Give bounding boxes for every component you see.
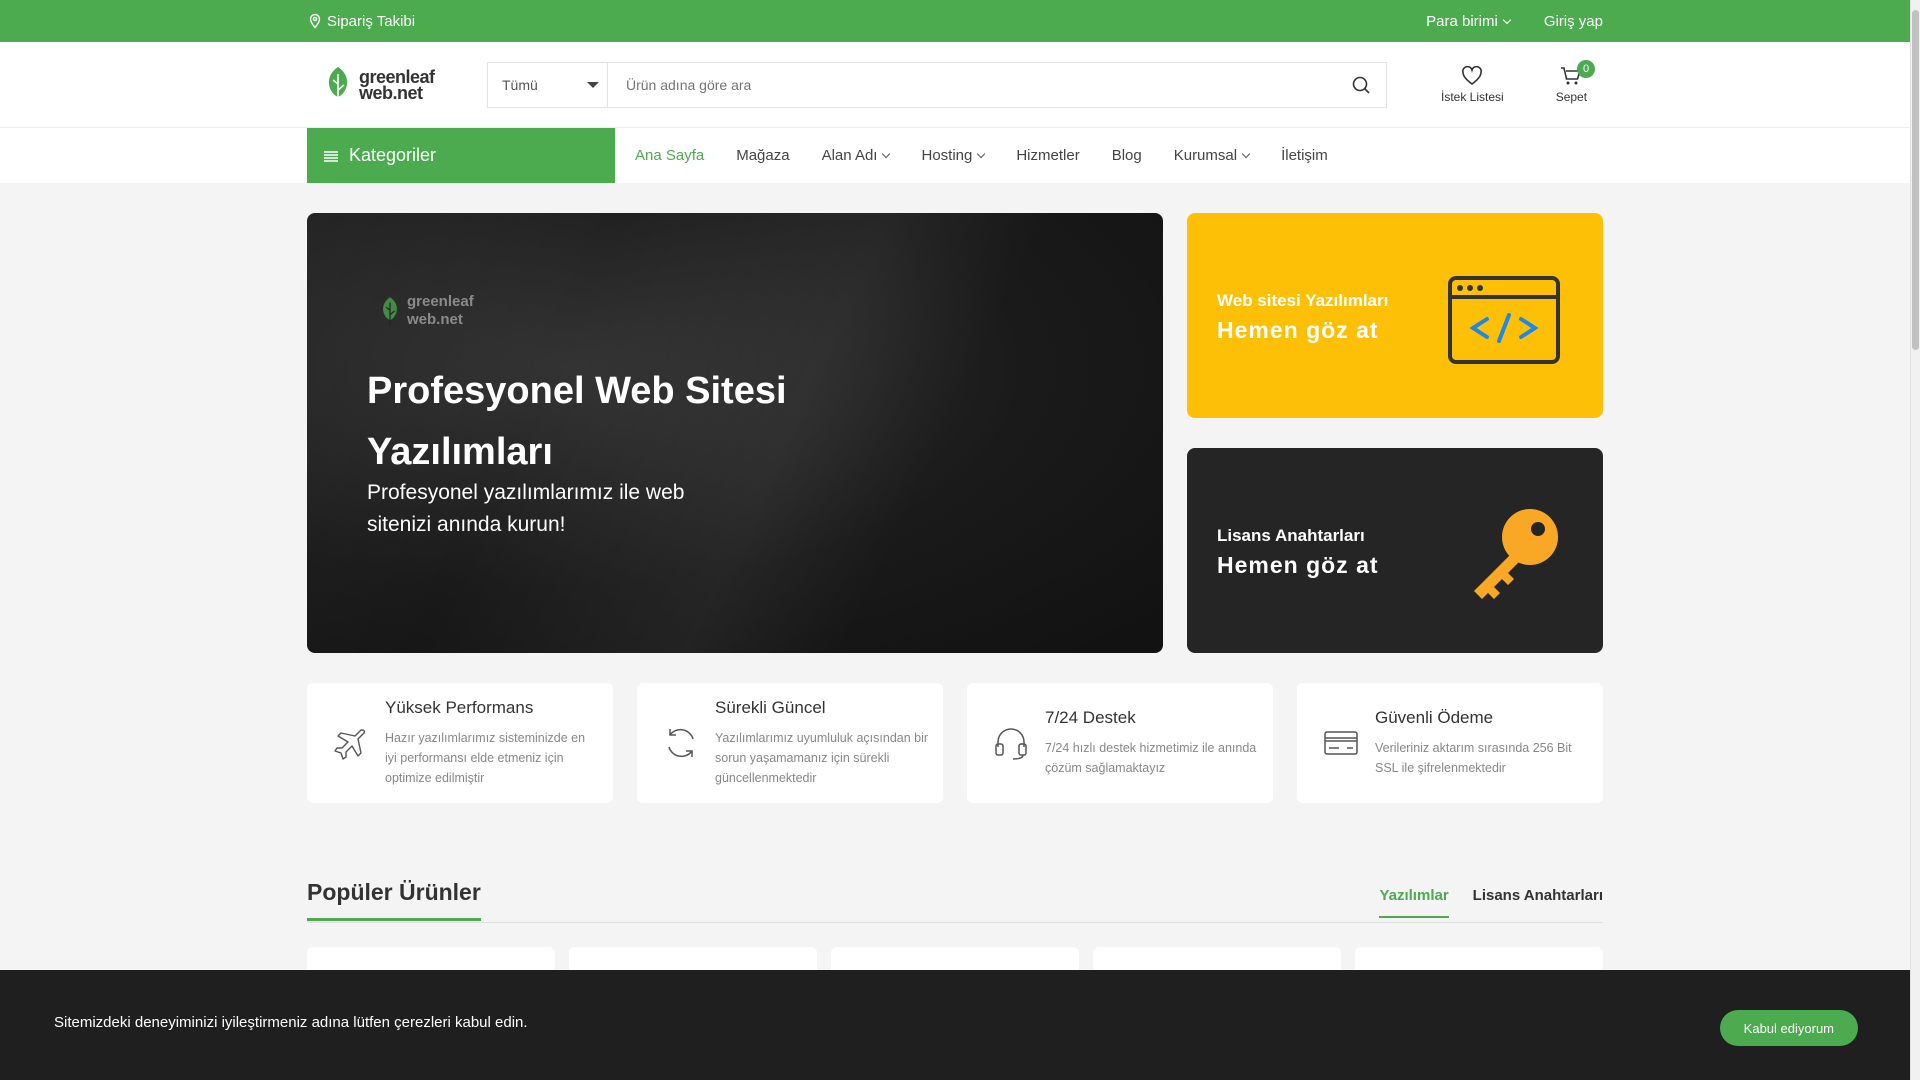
currency-label: Para birimi: [1426, 12, 1498, 30]
chevron-down-icon: [1241, 149, 1251, 159]
caret-down-icon: [587, 82, 599, 88]
nav-item-hizmetler[interactable]: Hizmetler: [1016, 147, 1079, 164]
promo-card-web-software[interactable]: Web sitesi Yazılımları Hemen göz at: [1187, 213, 1603, 418]
cart-link[interactable]: 0 Sepet: [1555, 60, 1596, 104]
site-logo[interactable]: greenleaf web.net: [321, 64, 487, 106]
headset-icon: [995, 728, 1027, 760]
currency-dropdown[interactable]: Para birimi: [1426, 12, 1512, 30]
promo-card-license-keys[interactable]: Lisans Anahtarları Hemen göz at: [1187, 448, 1603, 653]
feature-text: Hazır yazılımlarımız sisteminizde en iyi…: [385, 731, 586, 785]
hero-subtitle: Profesyonel yazılımlarımız ile web siten…: [367, 481, 685, 536]
search-icon: [1352, 76, 1370, 94]
feature-title: Yüksek Performans: [385, 698, 534, 717]
promo-link[interactable]: Hemen göz at: [1217, 317, 1379, 344]
nav-item-label: Hizmetler: [1016, 147, 1080, 164]
feature-text: Verileriniz aktarım sırasında 256 Bit SS…: [1375, 741, 1572, 775]
cart-count-badge: 0: [1577, 60, 1596, 78]
leaf-logo-icon: [328, 67, 348, 104]
cookie-text: Sitemizdeki deneyiminizi iyileştirmeniz …: [54, 1013, 528, 1031]
chevron-down-icon: [1502, 15, 1512, 24]
key-icon: [1474, 509, 1558, 599]
hero-logo-line-1: greenleaf: [407, 293, 474, 310]
feature-text: 7/24 hızlı destek hizmetimiz ile anında …: [1045, 741, 1257, 775]
header: greenleaf web.net Tümü İstek Listesi 0 S…: [0, 42, 1920, 128]
feature-title: Güvenli Ödeme: [1375, 708, 1494, 727]
accept-cookies-button[interactable]: Kabul ediyorum: [1719, 1010, 1858, 1046]
hero-logo: greenleaf web.net: [377, 293, 474, 329]
hero-logo-line-2: web.net: [407, 311, 463, 328]
tab-lisans-anahtarlari[interactable]: Lisans Anahtarları: [1473, 887, 1603, 918]
location-pin-icon: [309, 13, 321, 29]
feature-card: Sürekli Güncel Yazılımlarımız uyumluluk …: [637, 683, 943, 803]
search-bar: Tümü: [487, 62, 1387, 108]
logo-text: greenleaf web.net: [359, 68, 435, 103]
heart-icon: [1462, 66, 1483, 85]
feature-title: Sürekli Güncel: [715, 698, 826, 717]
promo-link[interactable]: Hemen göz at: [1217, 552, 1379, 579]
top-bar: Sipariş Takibi Para birimi Giriş yap: [0, 0, 1920, 42]
wishlist-link[interactable]: İstek Listesi: [1441, 66, 1504, 104]
popular-products-header: Popüler Ürünler Yazılımlar Lisans Anahta…: [307, 879, 1603, 923]
wishlist-label: İstek Listesi: [1441, 90, 1504, 104]
nav-item-label: Ana Sayfa: [635, 147, 705, 164]
nav-item-kurumsal[interactable]: Kurumsal: [1173, 147, 1251, 164]
feature-text: Yazılımlarımız uyumluluk açısından bir s…: [715, 731, 929, 785]
nav-item-alan-adi[interactable]: Alan Adı: [821, 147, 891, 164]
nav-item-label: Kurumsal: [1173, 147, 1238, 164]
nav-item-label: Mağaza: [736, 147, 790, 164]
nav-item-hosting[interactable]: Hosting: [921, 147, 986, 164]
hero-banner[interactable]: greenleaf web.net Profesyonel Web Sitesi…: [307, 213, 1163, 653]
refresh-icon: [668, 728, 694, 758]
nav-item-iletisim[interactable]: İletişim: [1281, 147, 1328, 164]
nav-item-label: Blog: [1111, 147, 1142, 164]
tab-yazilimlar[interactable]: Yazılımlar: [1379, 887, 1449, 918]
order-tracking-label: Sipariş Takibi: [327, 12, 416, 30]
feature-card: Güvenli Ödeme Verileriniz aktarım sırası…: [1297, 683, 1603, 803]
categories-button[interactable]: Kategoriler: [307, 128, 615, 183]
feature-title: 7/24 Destek: [1045, 708, 1136, 727]
scrollbar-thumb[interactable]: [1912, 10, 1919, 350]
categories-label: Kategoriler: [349, 145, 437, 165]
promo-title: Lisans Anahtarları: [1217, 526, 1365, 545]
cookie-banner: Sitemizdeki deneyiminizi iyileştirmeniz …: [0, 970, 1910, 1080]
login-link[interactable]: Giriş yap: [1544, 13, 1603, 30]
chevron-down-icon: [977, 149, 986, 159]
nav-item-magaza[interactable]: Mağaza: [736, 147, 789, 164]
search-input[interactable]: [608, 63, 1336, 107]
nav-item-label: Alan Adı: [821, 147, 878, 164]
category-select[interactable]: Tümü: [488, 63, 608, 107]
chevron-down-icon: [882, 149, 891, 159]
main-nav: Kategoriler Ana Sayfa Mağaza Alan Adı Ho…: [0, 128, 1920, 183]
feature-card: 7/24 Destek 7/24 hızlı destek hizmetimiz…: [967, 683, 1273, 803]
nav-item-label: İletişim: [1281, 147, 1328, 164]
feature-card: Yüksek Performans Hazır yazılımlarımız s…: [307, 683, 613, 803]
category-select-value: Tümü: [502, 77, 538, 93]
menu-icon: [324, 150, 338, 162]
airplane-icon: [334, 729, 366, 760]
cart-label: Sepet: [1555, 90, 1588, 104]
nav-item-label: Hosting: [921, 147, 973, 164]
page-scrollbar[interactable]: [1910, 0, 1920, 1080]
nav-item-ana-sayfa[interactable]: Ana Sayfa: [635, 147, 704, 164]
logo-line-2: web.net: [359, 83, 423, 103]
order-tracking-link[interactable]: Sipariş Takibi: [307, 13, 415, 30]
leaf-logo-icon: [383, 297, 397, 326]
promo-title: Web sitesi Yazılımları: [1217, 291, 1389, 310]
code-window-icon: [1448, 276, 1560, 364]
credit-card-icon: [1324, 731, 1358, 755]
section-title: Popüler Ürünler: [307, 879, 481, 921]
hero-title: Profesyonel Web Sitesi Yazılımları: [367, 370, 787, 473]
search-button[interactable]: [1336, 63, 1386, 107]
nav-item-blog[interactable]: Blog: [1112, 147, 1142, 164]
